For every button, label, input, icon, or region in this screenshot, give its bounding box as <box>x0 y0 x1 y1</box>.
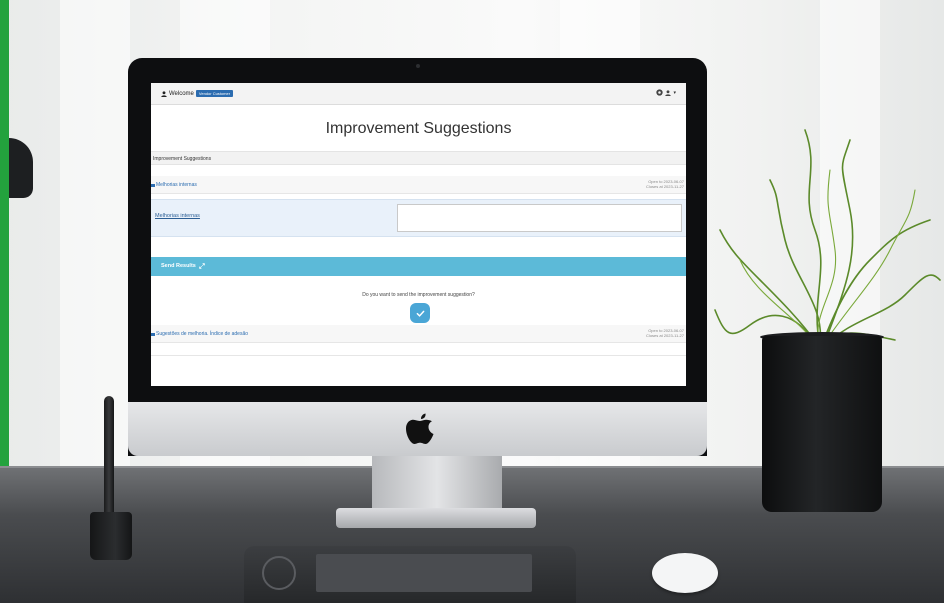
user-menu[interactable]: ▾ <box>656 89 676 96</box>
form-row: Melhorias internas <box>151 199 686 237</box>
pen-holder <box>90 512 132 560</box>
stylus <box>104 396 114 518</box>
section-row-adhesion[interactable]: Sugestões de melhoria. Índice de adesão … <box>151 325 686 343</box>
list-icon <box>151 183 155 187</box>
expand-icon[interactable] <box>199 263 205 269</box>
lamp <box>9 138 33 198</box>
camera <box>416 64 420 68</box>
top-navbar: Welcome Vendor Customer ▾ <box>151 83 686 105</box>
chevron-down-icon[interactable]: ▾ <box>673 90 676 96</box>
send-results-header[interactable]: Send Results <box>161 263 205 269</box>
plant <box>714 129 941 346</box>
section-label[interactable]: Melhorias internas <box>156 182 197 188</box>
mouse <box>652 553 718 593</box>
send-results-bar[interactable]: Send Results <box>151 257 686 276</box>
check-icon <box>416 310 424 317</box>
apple-logo-icon <box>406 413 434 444</box>
tablet-ring <box>262 556 296 590</box>
light-streak <box>60 0 130 470</box>
section-dates: Open to 2023-06-07 Closes at 2023-11-27 <box>646 328 684 338</box>
field-label: Melhorias internas <box>155 213 200 219</box>
welcome-block: Welcome Vendor Customer <box>161 90 234 97</box>
section-label[interactable]: Sugestões de melhoria. Índice de adesão <box>156 331 248 337</box>
confirm-send-button[interactable] <box>410 303 430 323</box>
divider <box>151 355 686 356</box>
date-close: Closes at 2023-11-27 <box>646 184 684 189</box>
section-dates: Open to 2023-06-07 Closes at 2023-11-27 <box>646 179 684 189</box>
suggestion-textarea[interactable] <box>397 204 682 232</box>
section-row-internal[interactable]: Melhorias internas Open to 2023-06-07 Cl… <box>151 176 686 194</box>
list-icon <box>151 332 155 336</box>
gear-icon[interactable] <box>656 89 664 96</box>
send-results-label[interactable]: Send Results <box>161 263 196 269</box>
section-link[interactable]: Melhorias internas <box>151 182 197 188</box>
date-close: Closes at 2023-11-27 <box>646 333 684 338</box>
app-screen: Welcome Vendor Customer ▾ Improvement Su… <box>151 83 686 386</box>
imac-stand-base <box>336 508 536 528</box>
user-dropdown-icon[interactable] <box>665 89 672 96</box>
plant-pot <box>762 336 882 512</box>
page-title: Improvement Suggestions <box>325 120 512 137</box>
breadcrumb: Improvement Suggestions <box>151 151 686 165</box>
tablet-surface <box>316 554 532 592</box>
user-badge[interactable]: Vendor Customer <box>195 90 234 97</box>
section-link[interactable]: Sugestões de melhoria. Índice de adesão <box>151 331 248 337</box>
welcome-text: Welcome <box>169 90 194 97</box>
confirm-question: Do you want to send the improvement sugg… <box>362 292 475 298</box>
user-icon <box>161 90 167 97</box>
